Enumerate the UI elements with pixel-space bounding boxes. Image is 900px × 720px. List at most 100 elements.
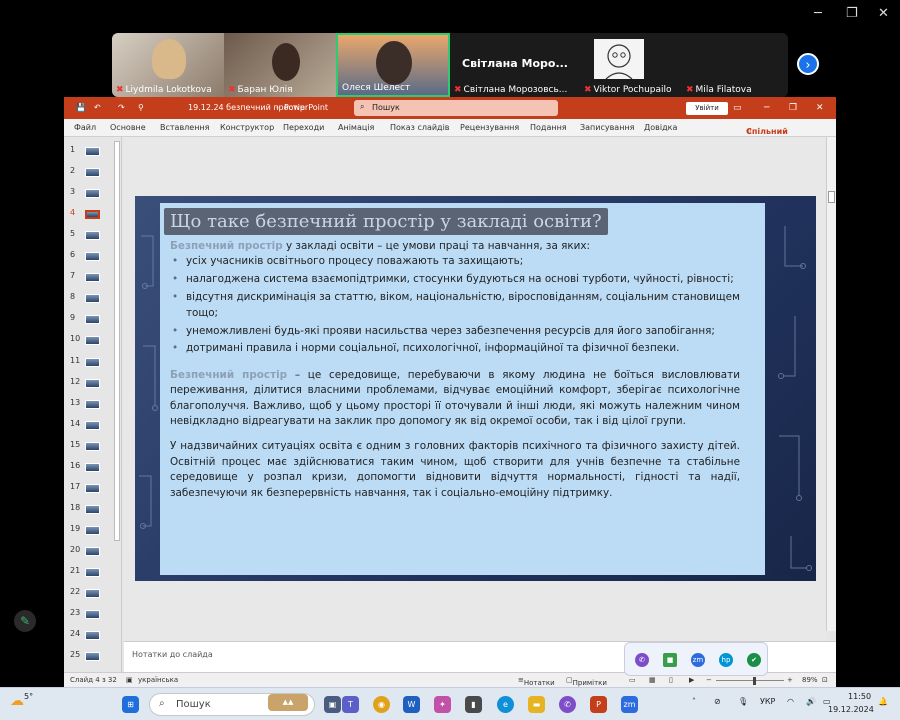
zoom-slider-handle[interactable]: [753, 677, 756, 685]
chevron-right-icon[interactable]: ›: [797, 53, 819, 75]
edge-icon[interactable]: e: [497, 696, 514, 713]
participant-tile-active[interactable]: Олеся Шелест: [336, 33, 450, 97]
security-icon[interactable]: ✔: [747, 653, 761, 667]
zoom-slider[interactable]: [716, 680, 784, 681]
zoom-out-icon[interactable]: −: [706, 676, 712, 684]
language-label[interactable]: українська: [138, 676, 178, 684]
ribbon-display-icon[interactable]: ▭: [733, 103, 742, 113]
slide-title[interactable]: Що таке безпечний простір у закладі осві…: [164, 208, 608, 235]
search-input[interactable]: ⌕ Пошук: [354, 100, 558, 116]
volume-icon[interactable]: 🔊: [806, 697, 816, 706]
office-icon[interactable]: ■: [663, 653, 677, 667]
tab-recording[interactable]: Записування: [580, 123, 634, 132]
participant-tile[interactable]: ✖ Баран Юлія: [224, 33, 336, 97]
hp-icon[interactable]: hp: [719, 653, 733, 667]
slide-number: 11: [70, 355, 81, 365]
tab-view[interactable]: Подання: [530, 123, 567, 132]
close-button[interactable]: ✕: [816, 103, 824, 113]
microphone-icon[interactable]: 🎙: [738, 697, 748, 706]
tab-animation[interactable]: Анімація: [338, 123, 374, 132]
slide-thumbnail[interactable]: 20: [64, 541, 121, 562]
sorter-view-icon[interactable]: ▦: [649, 676, 656, 684]
save-icon[interactable]: 💾: [76, 103, 86, 112]
pencil-icon[interactable]: ✎: [14, 610, 36, 632]
tab-help[interactable]: Довідка: [644, 123, 677, 132]
undo-icon[interactable]: ↶: [94, 103, 101, 112]
participant-big-name: Світлана Моро...: [462, 57, 568, 70]
presenter-icon[interactable]: ⚲: [138, 103, 144, 112]
chrome-icon[interactable]: ◉: [373, 696, 390, 713]
slide-body-text[interactable]: Безпечний простір у закладі освіти – це …: [170, 239, 740, 501]
teams-icon[interactable]: T: [342, 696, 359, 713]
start-icon[interactable]: ⊞: [122, 696, 139, 713]
slide-preview: [85, 294, 100, 304]
slide-preview: [85, 168, 100, 178]
slide-preview: [85, 399, 100, 409]
slide-editing-area[interactable]: Що таке безпечний простір у закладі осві…: [124, 137, 827, 641]
slide-preview: [85, 147, 100, 156]
clock-time[interactable]: 11:50: [848, 692, 871, 701]
minimize-button[interactable]: ─: [764, 103, 769, 113]
slide-thumbnail[interactable]: 23: [64, 604, 121, 625]
maximize-button[interactable]: ❐: [846, 6, 858, 21]
slide-thumbnail[interactable]: 24: [64, 625, 121, 646]
participant-tile[interactable]: ✖ Liydmila Lokotkova: [112, 33, 224, 97]
network-off-icon[interactable]: ⊘: [714, 697, 721, 706]
fit-slide-icon[interactable]: ⊡: [822, 676, 828, 684]
wifi-icon[interactable]: ◠: [787, 697, 794, 706]
weather-temp: 5°: [24, 692, 34, 701]
normal-view-icon[interactable]: ▭: [629, 676, 636, 684]
viber-icon[interactable]: ✆: [559, 696, 576, 713]
tab-home[interactable]: Основне: [110, 123, 146, 132]
tab-design[interactable]: Конструктор: [220, 123, 274, 132]
minimize-button[interactable]: ─: [814, 6, 822, 21]
sign-in-button[interactable]: Увійти: [686, 102, 728, 115]
slide-preview: [85, 546, 100, 556]
keyboard-language[interactable]: УКР: [760, 697, 775, 706]
close-button[interactable]: ✕: [878, 6, 889, 21]
weather-icon[interactable]: ☁: [10, 693, 24, 709]
tab-review[interactable]: Рецензування: [460, 123, 519, 132]
slideshow-view-icon[interactable]: ▶: [689, 676, 694, 684]
slide-thumbnail[interactable]: 25: [64, 646, 121, 667]
powerpoint-window: 💾 ↶ ↷ ⚲ 19.12.24 безпечний простір - Pow…: [64, 97, 836, 687]
tab-insert[interactable]: Вставлення: [160, 123, 209, 132]
word-icon[interactable]: W: [403, 696, 420, 713]
thumbnail-scrollbar[interactable]: [114, 141, 120, 541]
redo-icon[interactable]: ↷: [118, 103, 125, 112]
slide-thumbnail[interactable]: 21: [64, 562, 121, 583]
slide-thumbnail[interactable]: 22: [64, 583, 121, 604]
notes-button[interactable]: ≡ Нотатки: [518, 676, 555, 687]
notification-bell-icon[interactable]: 🔔: [878, 697, 888, 706]
spellcheck-icon[interactable]: ▣: [126, 676, 133, 684]
current-slide[interactable]: Що таке безпечний простір у закладі осві…: [135, 196, 816, 581]
chevron-up-icon[interactable]: ˄: [692, 697, 696, 706]
task-view-icon[interactable]: ▣: [324, 696, 341, 713]
zoom-app-icon[interactable]: zm: [621, 696, 638, 713]
tab-file[interactable]: Файл: [74, 123, 96, 132]
copilot-icon[interactable]: ✦: [434, 696, 451, 713]
viber-icon[interactable]: ✆: [635, 653, 649, 667]
list-item: дотримані правила і норми соціальної, пс…: [170, 341, 740, 357]
zoom-level[interactable]: 89%: [802, 676, 818, 684]
file-explorer-icon[interactable]: ▬: [528, 696, 545, 713]
maximize-button[interactable]: ❐: [789, 103, 797, 113]
slide-scrollbar[interactable]: [826, 137, 836, 631]
terminal-icon[interactable]: ▮: [465, 696, 482, 713]
slide-number: 10: [70, 334, 81, 344]
clock-date[interactable]: 19.12.2024: [828, 705, 874, 714]
reading-view-icon[interactable]: ▯: [669, 676, 673, 684]
zoom-in-icon[interactable]: +: [787, 676, 793, 684]
app-name: PowerPoint: [284, 103, 329, 112]
slide-preview: [85, 568, 100, 577]
widget-icon[interactable]: ▲▲: [268, 694, 308, 711]
participant-tile[interactable]: ✖ Viktor Pochupailo: [580, 33, 678, 97]
slide-preview: [85, 357, 100, 367]
tab-slideshow[interactable]: Показ слайдів: [390, 123, 450, 132]
comments-button[interactable]: ▢ Примітки: [566, 676, 607, 687]
tab-transitions[interactable]: Переходи: [283, 123, 324, 132]
zoom-app-icon[interactable]: zm: [691, 653, 705, 667]
participant-tile[interactable]: Світлана Моро... ✖ Світлана Морозовсь...: [450, 33, 580, 97]
participant-tile[interactable]: ✖ Mila Filatova: [678, 33, 788, 97]
powerpoint-icon[interactable]: P: [590, 696, 607, 713]
